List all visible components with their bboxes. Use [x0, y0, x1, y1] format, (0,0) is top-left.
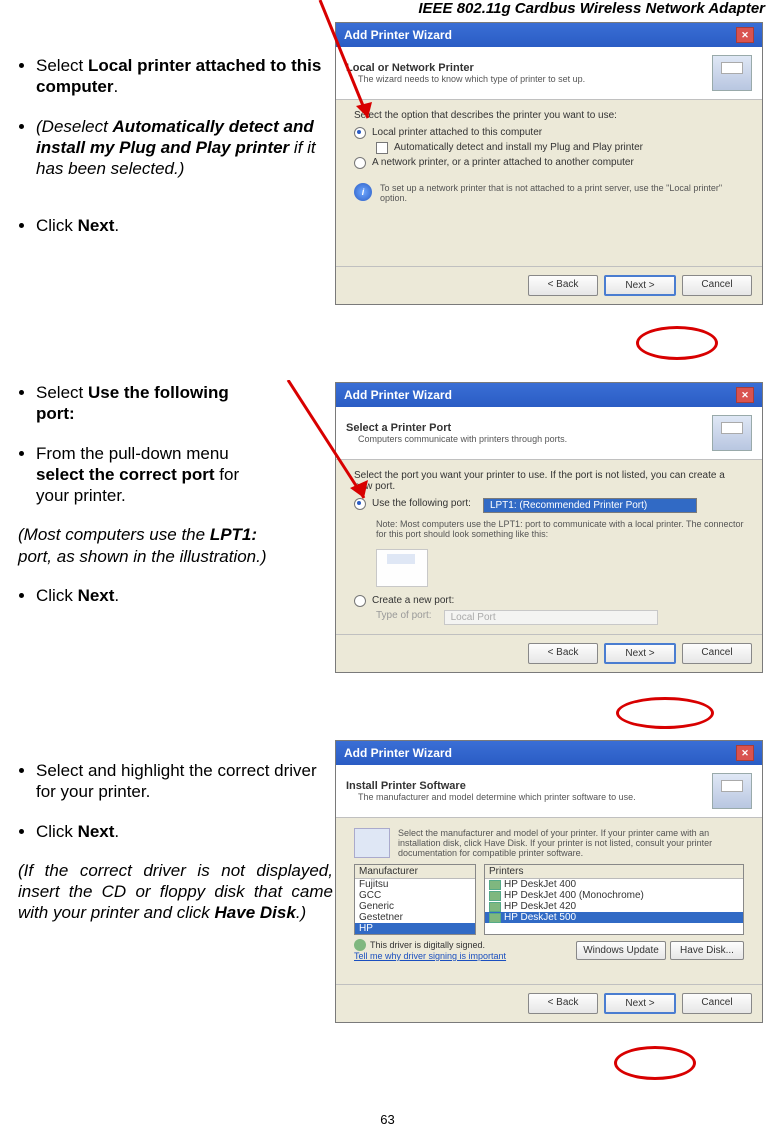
list-item: From the pull-down menu select the corre…: [36, 443, 268, 507]
connector-illustration-icon: [376, 549, 428, 587]
list-item[interactable]: Fujitsu: [355, 879, 475, 890]
have-disk-button[interactable]: Have Disk...: [670, 941, 744, 960]
instruction-list-1: Select Local printer attached to this co…: [18, 55, 333, 237]
printers-listbox[interactable]: Printers HP DeskJet 400 HP DeskJet 400 (…: [484, 864, 744, 935]
info-text: To set up a network printer that is not …: [380, 183, 744, 203]
back-button[interactable]: < Back: [528, 275, 598, 296]
highlight-oval: [636, 326, 718, 360]
wizard-select-port: Add Printer Wizard ✕ Select a Printer Po…: [335, 382, 763, 673]
instruction-list-3: Select and highlight the correct driver …: [18, 760, 333, 842]
next-button[interactable]: Next >: [604, 643, 676, 664]
close-icon[interactable]: ✕: [736, 745, 754, 761]
list-item[interactable]: GCC: [355, 890, 475, 901]
radio-create-port[interactable]: Create a new port:: [354, 595, 744, 607]
wizard-local-network: Add Printer Wizard ✕ Local or Network Pr…: [335, 22, 763, 305]
cancel-button[interactable]: Cancel: [682, 275, 752, 296]
wizard-install-software: Add Printer Wizard ✕ Install Printer Sof…: [335, 740, 763, 1023]
page-number: 63: [0, 1112, 775, 1127]
printer-item-icon: [489, 891, 501, 901]
printer-icon: [712, 55, 752, 91]
checkbox-icon: [376, 142, 388, 154]
highlight-oval: [614, 1046, 696, 1080]
type-label: Type of port:: [376, 610, 432, 621]
column-header: Manufacturer: [355, 865, 475, 879]
printer-item-icon: [489, 880, 501, 890]
instruction-list-2b: Click Next.: [18, 585, 268, 606]
list-item: Select Use the following port:: [36, 382, 268, 425]
window-title: Add Printer Wizard: [344, 746, 452, 760]
list-item[interactable]: Generic: [355, 901, 475, 912]
checkbox-auto-detect[interactable]: Automatically detect and install my Plug…: [376, 142, 744, 154]
titlebar: Add Printer Wizard ✕: [336, 23, 762, 47]
radio-use-port[interactable]: Use the following port: LPT1: (Recommend…: [354, 498, 744, 513]
list-item[interactable]: HP DeskJet 400 (Monochrome): [485, 890, 743, 901]
wizard-heading: Select a Printer Port: [346, 422, 451, 434]
list-item[interactable]: HP: [355, 923, 475, 934]
wizard-subheading: Computers communicate with printers thro…: [346, 434, 567, 444]
list-item: (Deselect Automatically detect and insta…: [36, 116, 333, 180]
wizard-heading: Local or Network Printer: [346, 62, 474, 74]
back-button[interactable]: < Back: [528, 993, 598, 1014]
note: (Most computers use the LPT1: port, as s…: [18, 524, 268, 567]
wizard-subheading: The wizard needs to know which type of p…: [346, 74, 585, 84]
printer-icon: [712, 773, 752, 809]
next-button[interactable]: Next >: [604, 993, 676, 1014]
port-dropdown[interactable]: LPT1: (Recommended Printer Port): [483, 498, 697, 513]
printer-icon: [712, 415, 752, 451]
highlight-oval: [616, 697, 714, 729]
printer-item-icon: [489, 902, 501, 912]
note: (If the correct driver is not displayed,…: [18, 860, 333, 924]
close-icon[interactable]: ✕: [736, 387, 754, 403]
cancel-button[interactable]: Cancel: [682, 993, 752, 1014]
close-icon[interactable]: ✕: [736, 27, 754, 43]
wizard-subheading: The manufacturer and model determine whi…: [346, 792, 636, 802]
instruction-list-2: Select Use the following port: From the …: [18, 382, 268, 506]
list-item: Select Local printer attached to this co…: [36, 55, 333, 98]
info-icon: i: [354, 183, 372, 201]
page-header: IEEE 802.11g Cardbus Wireless Network Ad…: [418, 0, 765, 17]
list-item: Click Next.: [36, 215, 333, 236]
signed-text: This driver is digitally signed.: [370, 940, 485, 950]
radio-icon: [354, 498, 366, 510]
prompt-text: Select the port you want your printer to…: [354, 470, 744, 492]
list-item[interactable]: Gestetner: [355, 912, 475, 923]
radio-network-printer[interactable]: A network printer, or a printer attached…: [354, 157, 744, 169]
manufacturer-listbox[interactable]: Manufacturer Fujitsu GCC Generic Gestetn…: [354, 864, 476, 935]
prompt-text: Select the option that describes the pri…: [354, 110, 744, 121]
signed-icon: [354, 939, 366, 951]
wizard-heading: Install Printer Software: [346, 780, 466, 792]
column-header: Printers: [485, 865, 743, 879]
next-button[interactable]: Next >: [604, 275, 676, 296]
radio-icon: [354, 157, 366, 169]
cancel-button[interactable]: Cancel: [682, 643, 752, 664]
radio-icon: [354, 595, 366, 607]
window-title: Add Printer Wizard: [344, 28, 452, 42]
printer-clipart-icon: [354, 828, 390, 858]
prompt-text: Select the manufacturer and model of you…: [398, 828, 744, 858]
radio-local-printer[interactable]: Local printer attached to this computer: [354, 127, 744, 139]
titlebar: Add Printer Wizard ✕: [336, 741, 762, 765]
port-type-dropdown: Local Port: [444, 610, 658, 625]
list-item[interactable]: HP DeskJet 420: [485, 901, 743, 912]
list-item[interactable]: HP DeskJet 400: [485, 879, 743, 890]
list-item: Click Next.: [36, 821, 333, 842]
list-item: Select and highlight the correct driver …: [36, 760, 333, 803]
signing-link[interactable]: Tell me why driver signing is important: [354, 951, 506, 961]
list-item[interactable]: HP DeskJet 500: [485, 912, 743, 923]
radio-icon: [354, 127, 366, 139]
window-title: Add Printer Wizard: [344, 388, 452, 402]
note-text: Note: Most computers use the LPT1: port …: [376, 519, 744, 539]
windows-update-button[interactable]: Windows Update: [576, 941, 666, 960]
printer-item-icon: [489, 913, 501, 923]
back-button[interactable]: < Back: [528, 643, 598, 664]
list-item: Click Next.: [36, 585, 268, 606]
titlebar: Add Printer Wizard ✕: [336, 383, 762, 407]
